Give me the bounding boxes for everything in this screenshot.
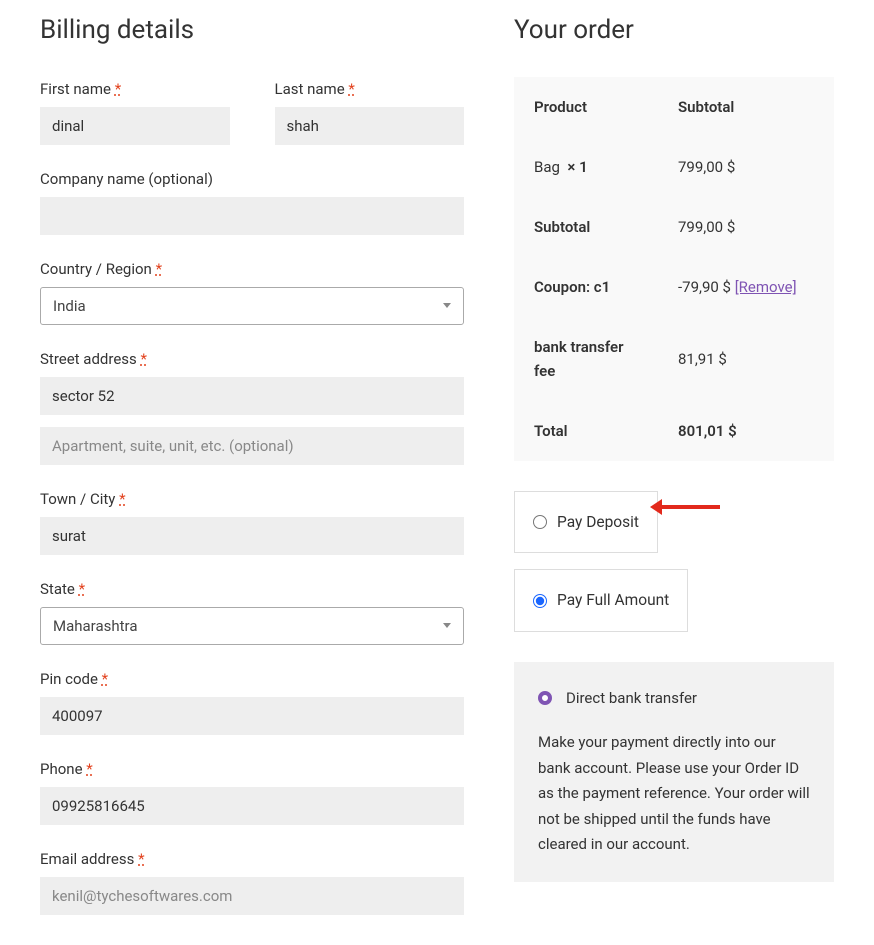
last-name-label: Last name * bbox=[275, 77, 465, 101]
order-table: Product Subtotal Bag × 1 799,00 $ Subtot… bbox=[514, 77, 834, 461]
payment-method-label: Direct bank transfer bbox=[566, 686, 697, 710]
email-label: Email address * bbox=[40, 847, 464, 871]
fee-label: bank transfer fee bbox=[514, 317, 658, 401]
item-price-cell: 799,00 $ bbox=[658, 137, 834, 197]
coupon-label: Coupon: c1 bbox=[514, 257, 658, 317]
pin-field: Pin code * bbox=[40, 667, 464, 735]
last-name-field: Last name * bbox=[275, 77, 465, 145]
street-field: Street address * bbox=[40, 347, 464, 465]
table-row: Coupon: c1 -79,90 $ [Remove] bbox=[514, 257, 834, 317]
state-label: State * bbox=[40, 577, 464, 601]
coupon-value-cell: -79,90 $ [Remove] bbox=[658, 257, 834, 317]
country-field: Country / Region * India bbox=[40, 257, 464, 325]
annotation-arrow-icon bbox=[660, 505, 720, 509]
state-value: Maharashtra bbox=[53, 614, 138, 638]
email-input[interactable] bbox=[40, 877, 464, 915]
remove-coupon-link[interactable]: [Remove] bbox=[735, 278, 797, 296]
pin-input[interactable] bbox=[40, 697, 464, 735]
order-section: Your order Product Subtotal Bag × 1 799,… bbox=[514, 10, 834, 915]
chevron-down-icon bbox=[443, 623, 451, 628]
country-value: India bbox=[53, 294, 86, 318]
pay-deposit-label: Pay Deposit bbox=[557, 510, 639, 535]
header-product: Product bbox=[514, 77, 658, 137]
state-select[interactable]: Maharashtra bbox=[40, 607, 464, 645]
radio-selected-icon bbox=[538, 691, 552, 705]
pay-deposit-option[interactable]: Pay Deposit bbox=[514, 491, 658, 554]
total-value: 801,01 $ bbox=[658, 401, 834, 461]
pay-deposit-radio[interactable] bbox=[533, 515, 547, 529]
pay-full-radio[interactable] bbox=[533, 594, 547, 608]
first-name-label: First name * bbox=[40, 77, 230, 101]
pay-full-option[interactable]: Pay Full Amount bbox=[514, 569, 688, 632]
email-field: Email address * bbox=[40, 847, 464, 915]
billing-section: Billing details First name * Last name *… bbox=[40, 10, 464, 915]
payment-description: Make your payment directly into our bank… bbox=[538, 730, 810, 858]
header-subtotal: Subtotal bbox=[658, 77, 834, 137]
payment-box: Direct bank transfer Make your payment d… bbox=[514, 662, 834, 882]
subtotal-label: Subtotal bbox=[514, 197, 658, 257]
country-select[interactable]: India bbox=[40, 287, 464, 325]
company-field: Company name (optional) bbox=[40, 167, 464, 235]
subtotal-value: 799,00 $ bbox=[658, 197, 834, 257]
company-label: Company name (optional) bbox=[40, 167, 464, 191]
street-label: Street address * bbox=[40, 347, 464, 371]
company-input[interactable] bbox=[40, 197, 464, 235]
city-field: Town / City * bbox=[40, 487, 464, 555]
item-name-cell: Bag × 1 bbox=[514, 137, 658, 197]
last-name-input[interactable] bbox=[275, 107, 465, 145]
table-row: Subtotal 799,00 $ bbox=[514, 197, 834, 257]
state-field: State * Maharashtra bbox=[40, 577, 464, 645]
city-input[interactable] bbox=[40, 517, 464, 555]
table-row-total: Total 801,01 $ bbox=[514, 401, 834, 461]
country-label: Country / Region * bbox=[40, 257, 464, 281]
total-label: Total bbox=[514, 401, 658, 461]
chevron-down-icon bbox=[443, 303, 451, 308]
phone-input[interactable] bbox=[40, 787, 464, 825]
pin-label: Pin code * bbox=[40, 667, 464, 691]
pay-full-label: Pay Full Amount bbox=[557, 588, 669, 613]
table-row: Bag × 1 799,00 $ bbox=[514, 137, 834, 197]
table-row: bank transfer fee 81,91 $ bbox=[514, 317, 834, 401]
phone-label: Phone * bbox=[40, 757, 464, 781]
order-heading: Your order bbox=[514, 10, 834, 52]
city-label: Town / City * bbox=[40, 487, 464, 511]
pay-options: Pay Deposit Pay Full Amount bbox=[514, 491, 834, 633]
billing-heading: Billing details bbox=[40, 10, 464, 52]
payment-method-row[interactable]: Direct bank transfer bbox=[538, 686, 810, 710]
street-input-1[interactable] bbox=[40, 377, 464, 415]
fee-value: 81,91 $ bbox=[658, 317, 834, 401]
first-name-input[interactable] bbox=[40, 107, 230, 145]
phone-field: Phone * bbox=[40, 757, 464, 825]
first-name-field: First name * bbox=[40, 77, 230, 145]
street-input-2[interactable] bbox=[40, 427, 464, 465]
